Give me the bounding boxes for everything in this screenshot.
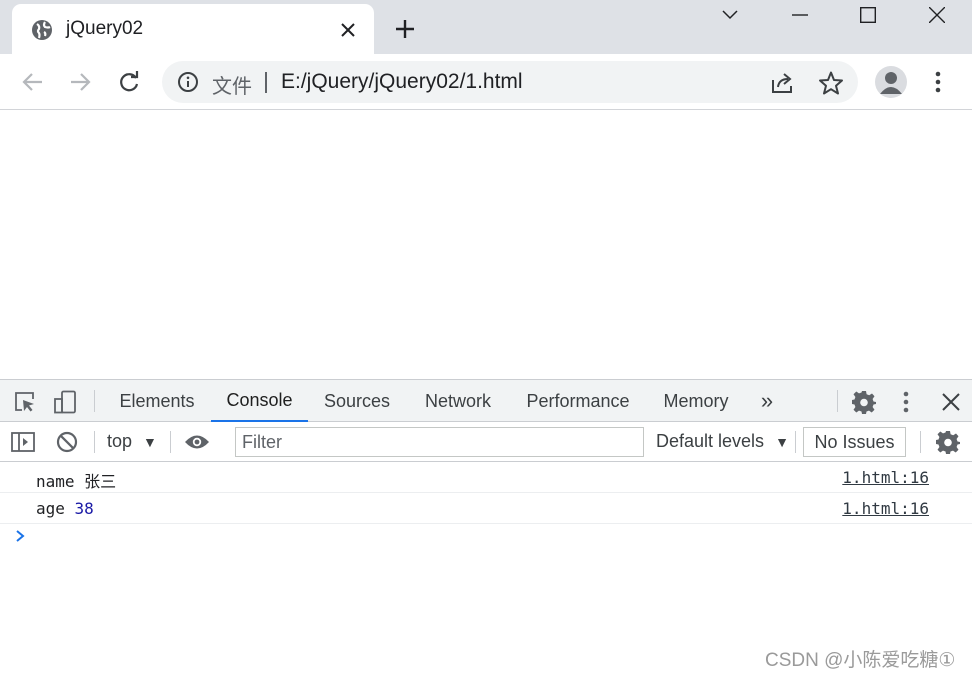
dropdown-arrow-icon: ▼ xyxy=(143,434,157,450)
console-output: name 张三 1.html:16 age 38 1.html:16 xyxy=(0,462,972,676)
more-tabs-icon[interactable]: » xyxy=(752,380,782,422)
console-message: name 张三 xyxy=(36,468,116,492)
tab-title: jQuery02 xyxy=(66,18,144,39)
tab-strip: jQuery02 xyxy=(0,0,972,54)
chevron-down-icon[interactable] xyxy=(696,0,764,30)
filter-input-box xyxy=(235,427,644,457)
plus-icon[interactable] xyxy=(392,16,418,42)
console-toolbar: top ▼ Default levels ▼ No Issues xyxy=(0,422,972,462)
log-levels-select[interactable]: Default levels ▼ xyxy=(656,431,789,452)
log-key: name xyxy=(36,472,75,491)
minimize-icon[interactable] xyxy=(766,0,834,30)
tab-network[interactable]: Network xyxy=(406,380,510,422)
close-icon[interactable] xyxy=(336,18,360,42)
close-window-icon[interactable] xyxy=(903,0,971,30)
context-value: top xyxy=(107,431,133,451)
reload-icon[interactable] xyxy=(113,66,145,98)
console-message: age 38 xyxy=(36,499,94,518)
browser-toolbar: 文件 E:/jQuery/jQuery02/1.html xyxy=(0,54,972,110)
console-prompt-chevron-icon[interactable] xyxy=(12,528,28,544)
source-link[interactable]: 1.html:16 xyxy=(842,468,929,487)
devtools-panel: Elements Console Sources Network Perform… xyxy=(0,379,972,676)
share-icon[interactable] xyxy=(769,70,795,96)
console-settings-gear-icon[interactable] xyxy=(935,429,961,455)
forward-arrow-icon[interactable] xyxy=(64,66,96,98)
context-select[interactable]: top ▼ xyxy=(107,431,157,452)
log-key: age xyxy=(36,499,65,518)
issues-button[interactable]: No Issues xyxy=(803,427,906,457)
dropdown-arrow-icon: ▼ xyxy=(775,434,789,450)
clear-console-icon[interactable] xyxy=(54,430,80,454)
address-divider xyxy=(265,72,267,93)
watermark: CSDN @小陈爱吃糖① xyxy=(765,650,956,671)
tab-performance[interactable]: Performance xyxy=(511,380,645,422)
source-link[interactable]: 1.html:16 xyxy=(842,499,929,518)
address-bar[interactable]: 文件 E:/jQuery/jQuery02/1.html xyxy=(162,61,858,103)
gear-icon[interactable] xyxy=(851,389,877,415)
profile-icon[interactable] xyxy=(875,66,907,98)
close-devtools-icon[interactable] xyxy=(939,390,963,414)
maximize-icon[interactable] xyxy=(834,0,902,30)
console-message-row: name 张三 1.html:16 xyxy=(0,462,972,493)
info-icon[interactable] xyxy=(177,71,199,93)
log-levels-label: Default levels xyxy=(656,431,765,451)
browser-tab[interactable]: jQuery02 xyxy=(12,4,374,54)
more-vert-icon[interactable] xyxy=(896,389,916,415)
tab-sources[interactable]: Sources xyxy=(309,380,405,422)
log-value: 张三 xyxy=(84,472,117,491)
console-message-row: age 38 1.html:16 xyxy=(0,493,972,524)
toolbar-divider xyxy=(920,431,921,453)
devtools-tab-bar: Elements Console Sources Network Perform… xyxy=(0,380,972,422)
globe-icon xyxy=(31,19,53,41)
inspect-element-icon[interactable] xyxy=(12,389,38,415)
device-toggle-icon[interactable] xyxy=(52,389,78,415)
eye-icon[interactable] xyxy=(183,430,211,454)
toolbar-divider xyxy=(94,390,95,412)
tab-elements[interactable]: Elements xyxy=(104,380,210,422)
tab-memory[interactable]: Memory xyxy=(646,380,746,422)
page-content xyxy=(0,110,972,379)
tab-console[interactable]: Console xyxy=(211,380,308,422)
url-text[interactable]: E:/jQuery/jQuery02/1.html xyxy=(281,70,523,94)
more-vert-icon[interactable] xyxy=(926,66,950,98)
sidebar-toggle-icon[interactable] xyxy=(10,430,36,454)
toolbar-divider xyxy=(837,390,838,412)
toolbar-divider xyxy=(795,431,796,453)
back-arrow-icon[interactable] xyxy=(17,66,49,98)
toolbar-divider xyxy=(94,431,95,453)
file-scheme-label: 文件 xyxy=(212,76,252,98)
toolbar-divider xyxy=(170,431,171,453)
log-value: 38 xyxy=(74,499,94,518)
filter-input[interactable] xyxy=(236,428,643,456)
star-icon[interactable] xyxy=(818,70,844,96)
